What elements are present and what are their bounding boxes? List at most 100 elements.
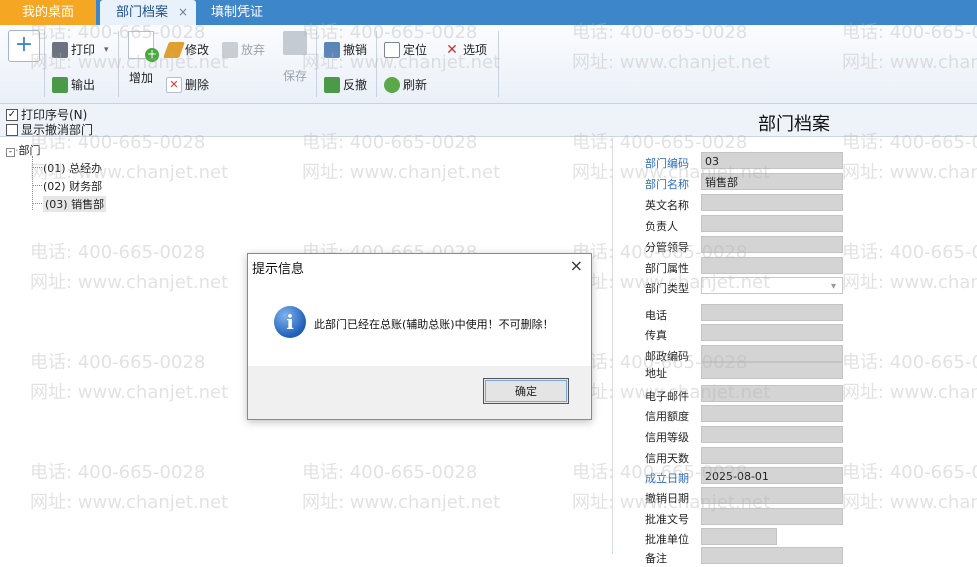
dialog-message: 此部门已经在总账(辅助总账)中使用！不可删除！ bbox=[314, 318, 554, 331]
add-document-icon: + bbox=[128, 31, 159, 62]
undo-label: 撤销 bbox=[343, 43, 368, 57]
export-button[interactable]: 输出 bbox=[52, 76, 95, 93]
watermark-site: 网址: www.chanjet.net bbox=[302, 492, 501, 513]
tree-item-selected[interactable]: (03) 销售部 bbox=[43, 196, 107, 212]
field-input[interactable] bbox=[701, 345, 843, 362]
add-button[interactable]: + 增加 bbox=[124, 31, 159, 86]
close-icon[interactable]: × bbox=[570, 256, 583, 275]
field-input[interactable] bbox=[701, 447, 843, 464]
watermark-phone: 电话: 400-665-0028 bbox=[302, 462, 478, 483]
checkbox-icon[interactable] bbox=[6, 123, 18, 136]
field-label: 信用等级 bbox=[645, 431, 689, 444]
show-cancelled-checkbox[interactable]: 显示撤消部门 bbox=[6, 121, 93, 138]
dialog-title: 提示信息 bbox=[252, 262, 305, 277]
field-label: 电子邮件 bbox=[645, 390, 689, 403]
discard-button[interactable]: 放弃 bbox=[222, 41, 265, 58]
field-input[interactable]: 03 bbox=[701, 152, 843, 169]
save-label: 保存 bbox=[282, 69, 307, 83]
tree-connector bbox=[32, 167, 42, 168]
field-label: 备注 bbox=[645, 552, 667, 565]
tab-voucher-entry[interactable]: 填制凭证 bbox=[200, 0, 274, 25]
field-input[interactable] bbox=[701, 236, 843, 253]
field-label: 部门编码 bbox=[645, 157, 689, 170]
toolbar-divider bbox=[44, 31, 45, 97]
field-input[interactable] bbox=[701, 528, 777, 545]
dialog-body: i 此部门已经在总账(辅助总账)中使用！不可删除！ bbox=[248, 280, 591, 366]
dialog-footer: 确定 bbox=[248, 366, 591, 419]
form-row: 电话 bbox=[645, 304, 855, 324]
form-row: 备注 bbox=[645, 547, 855, 567]
field-label: 地址 bbox=[645, 367, 667, 380]
locate-icon bbox=[384, 41, 400, 58]
toolbar: + 打印 ▾ 输出 + 增加 修改 放弃 ✕ 删除 保存 撤销 反撤 定位 刷新… bbox=[0, 25, 977, 104]
disk-icon bbox=[283, 31, 307, 55]
form-row: 部门属性 bbox=[645, 257, 855, 277]
tab-my-desktop[interactable]: 我的桌面 bbox=[0, 0, 96, 25]
field-label: 负责人 bbox=[645, 220, 678, 233]
field-input[interactable]: 销售部 bbox=[701, 173, 843, 190]
field-input[interactable] bbox=[701, 194, 843, 211]
delete-label: 删除 bbox=[185, 78, 210, 92]
tree-connector bbox=[32, 203, 42, 204]
department-form: 部门编码03部门名称销售部英文名称负责人分管领导部门属性部门类型电话传真邮政编码… bbox=[613, 137, 977, 565]
new-window-button[interactable]: + bbox=[8, 30, 40, 62]
print-button[interactable]: 打印 ▾ bbox=[52, 41, 109, 58]
tab-bar: 我的桌面 部门档案 × 填制凭证 bbox=[0, 0, 977, 25]
delete-icon: ✕ bbox=[166, 76, 182, 93]
field-input[interactable] bbox=[701, 324, 843, 341]
form-row: 传真 bbox=[645, 324, 855, 344]
undo-button[interactable]: 撤销 bbox=[324, 41, 367, 58]
watermark-phone: 电话: 400-665-0028 bbox=[30, 462, 206, 483]
locate-button[interactable]: 定位 bbox=[384, 41, 427, 58]
tab-close-icon[interactable]: × bbox=[178, 0, 188, 25]
field-label: 成立日期 bbox=[645, 472, 689, 485]
field-input[interactable] bbox=[701, 426, 843, 443]
field-input[interactable] bbox=[701, 385, 843, 402]
tree-item[interactable]: (02) 财务部 bbox=[43, 178, 102, 194]
reverse-button[interactable]: 反撤 bbox=[324, 76, 367, 93]
field-input[interactable] bbox=[701, 487, 843, 504]
field-input[interactable] bbox=[701, 215, 843, 232]
field-input[interactable] bbox=[701, 547, 843, 564]
field-input[interactable] bbox=[701, 508, 843, 525]
watermark-site: 网址: www.chanjet.net bbox=[30, 272, 229, 293]
export-label: 输出 bbox=[71, 78, 96, 92]
form-row: 批准单位 bbox=[645, 528, 855, 548]
watermark-site: 网址: www.chanjet.net bbox=[30, 492, 229, 513]
collapse-icon[interactable]: - bbox=[6, 148, 15, 157]
department-type-select[interactable] bbox=[701, 277, 843, 295]
field-input[interactable] bbox=[701, 257, 843, 274]
tree-item[interactable]: (01) 总经办 bbox=[43, 160, 102, 176]
field-input[interactable]: 2025-08-01 bbox=[701, 467, 843, 484]
field-label: 传真 bbox=[645, 329, 667, 342]
watermark-phone: 电话: 400-665-0028 bbox=[30, 352, 206, 373]
form-row: 部门编码 03 bbox=[645, 152, 855, 172]
ok-button[interactable]: 确定 bbox=[483, 378, 569, 404]
checkbox-checked-icon[interactable]: ✓ bbox=[6, 108, 18, 121]
locate-label: 定位 bbox=[403, 43, 428, 57]
page-title: 部门档案 bbox=[758, 114, 830, 135]
tools-icon: ✕ bbox=[446, 41, 458, 58]
tree-root[interactable]: - ·部门 bbox=[6, 142, 41, 158]
options-button[interactable]: ✕ 选项 bbox=[444, 41, 487, 58]
chevron-down-icon[interactable]: ▾ bbox=[104, 45, 109, 55]
refresh-button[interactable]: 刷新 bbox=[384, 76, 427, 93]
field-input[interactable] bbox=[701, 405, 843, 422]
form-row: 成立日期 2025-08-01 bbox=[645, 467, 855, 487]
form-row: 电子邮件 bbox=[645, 385, 855, 405]
reverse-icon bbox=[324, 76, 340, 93]
undo-icon bbox=[324, 41, 340, 58]
form-row: 部门类型 bbox=[645, 277, 855, 297]
message-dialog: 提示信息 × i 此部门已经在总账(辅助总账)中使用！不可删除！ 确定 bbox=[247, 253, 592, 420]
field-input[interactable] bbox=[701, 304, 843, 321]
form-row: 信用额度 bbox=[645, 405, 855, 425]
tree-root-label: 部门 bbox=[18, 144, 41, 157]
options-row: ✓ 打印序号(N) 显示撤消部门 部门档案 bbox=[0, 104, 977, 137]
show-cancelled-label: 显示撤消部门 bbox=[21, 123, 94, 137]
save-button[interactable]: 保存 bbox=[280, 31, 310, 84]
field-input[interactable] bbox=[701, 362, 843, 379]
tab-department-archive[interactable]: 部门档案 × bbox=[100, 0, 196, 25]
edit-button[interactable]: 修改 bbox=[163, 41, 209, 58]
form-row: 负责人 bbox=[645, 215, 855, 235]
delete-button[interactable]: ✕ 删除 bbox=[166, 76, 209, 93]
